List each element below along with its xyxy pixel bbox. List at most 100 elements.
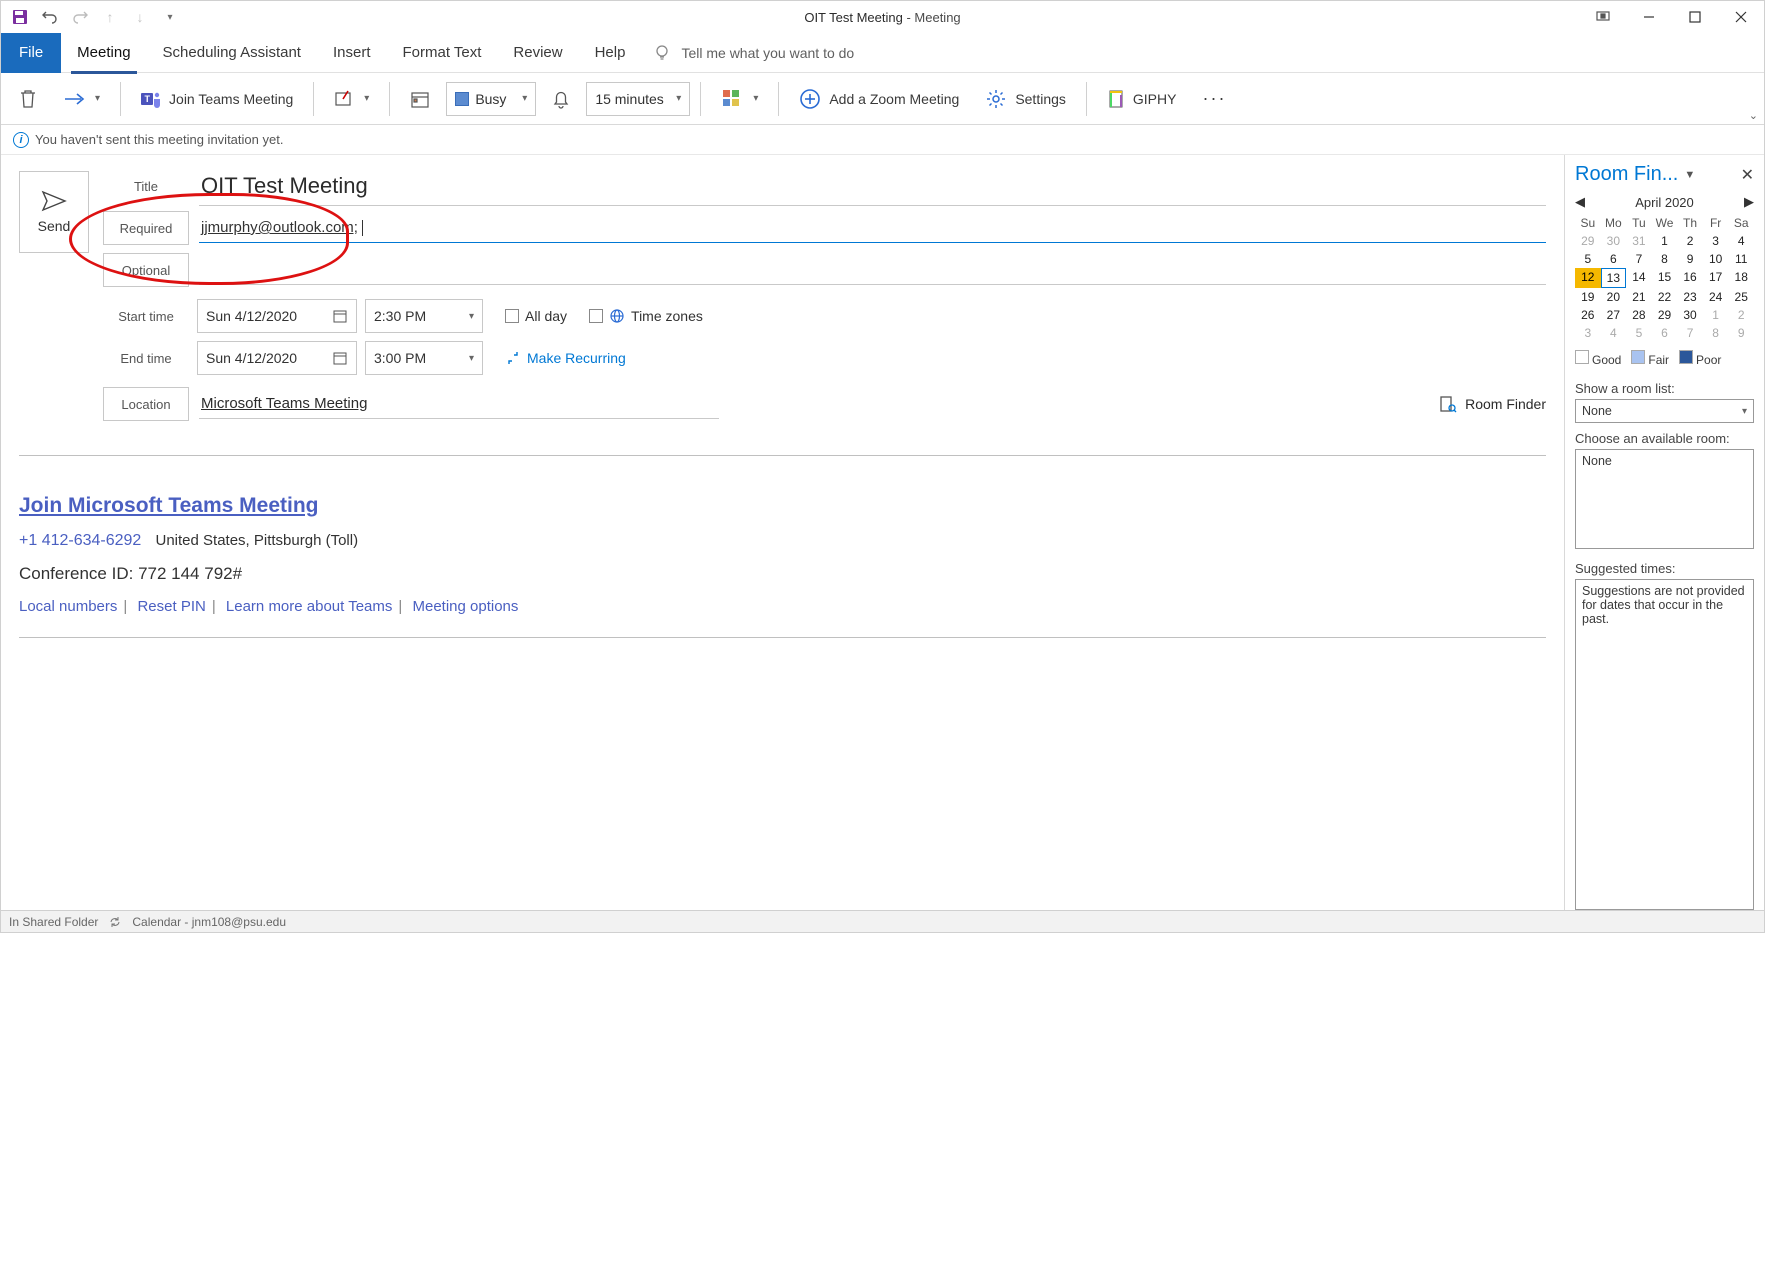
cal-day[interactable]: 11 <box>1728 250 1754 268</box>
cal-day[interactable]: 17 <box>1703 268 1729 288</box>
tab-help[interactable]: Help <box>579 33 642 73</box>
optional-input[interactable] <box>199 255 1546 285</box>
save-icon[interactable] <box>7 4 33 30</box>
categorize-button[interactable]: ▾ <box>711 80 768 118</box>
make-recurring-button[interactable]: Make Recurring <box>505 350 626 366</box>
settings-button[interactable]: Settings <box>975 80 1076 118</box>
meeting-body[interactable]: Join Microsoft Teams Meeting +1 412-634-… <box>1 425 1564 692</box>
cal-day[interactable]: 7 <box>1677 324 1703 342</box>
all-day-checkbox[interactable]: All day <box>505 308 567 324</box>
reset-pin-link[interactable]: Reset PIN <box>137 598 205 615</box>
add-zoom-button[interactable]: Add a Zoom Meeting <box>789 80 969 118</box>
cal-day[interactable]: 18 <box>1728 268 1754 288</box>
start-date-picker[interactable]: Sun 4/12/2020 <box>197 299 357 333</box>
cal-day[interactable]: 12 <box>1575 268 1601 288</box>
down-arrow-icon[interactable]: ↓ <box>127 4 153 30</box>
cal-day[interactable]: 1 <box>1703 306 1729 324</box>
cal-day[interactable]: 4 <box>1728 232 1754 250</box>
cal-day[interactable]: 7 <box>1626 250 1652 268</box>
cal-day[interactable]: 10 <box>1703 250 1729 268</box>
reminder-bell-button[interactable] <box>542 80 580 118</box>
cal-day[interactable]: 13 <box>1601 268 1627 288</box>
cal-day[interactable]: 29 <box>1652 306 1678 324</box>
calendar-grid[interactable]: SuMoTuWeThFrSa29303112345678910111213141… <box>1575 214 1754 342</box>
cal-day[interactable]: 9 <box>1677 250 1703 268</box>
cal-day[interactable]: 4 <box>1601 324 1627 342</box>
cal-day[interactable]: 5 <box>1626 324 1652 342</box>
end-date-picker[interactable]: Sun 4/12/2020 <box>197 341 357 375</box>
cal-day[interactable]: 30 <box>1677 306 1703 324</box>
ribbon-display-icon[interactable] <box>1580 1 1626 33</box>
reminder-select[interactable]: 15 minutes ▾ <box>586 82 690 116</box>
tab-file[interactable]: File <box>1 33 61 73</box>
ribbon-expand-icon[interactable]: ⌄ <box>1749 109 1758 122</box>
cal-day[interactable]: 26 <box>1575 306 1601 324</box>
location-input[interactable]: Microsoft Teams Meeting <box>199 389 719 419</box>
tab-meeting[interactable]: Meeting <box>61 33 146 73</box>
cal-day[interactable]: 16 <box>1677 268 1703 288</box>
learn-more-link[interactable]: Learn more about Teams <box>226 598 393 615</box>
more-button[interactable]: ··· <box>1192 80 1236 118</box>
cal-day[interactable]: 6 <box>1601 250 1627 268</box>
cal-day[interactable]: 6 <box>1652 324 1678 342</box>
close-button[interactable] <box>1718 1 1764 33</box>
forward-button[interactable]: ▾ <box>53 80 110 118</box>
cal-day[interactable]: 23 <box>1677 288 1703 306</box>
cal-day[interactable]: 24 <box>1703 288 1729 306</box>
cal-day[interactable]: 5 <box>1575 250 1601 268</box>
cal-next-button[interactable]: ▶ <box>1744 194 1754 210</box>
cal-day[interactable]: 27 <box>1601 306 1627 324</box>
room-list-select[interactable]: None▾ <box>1575 399 1754 423</box>
maximize-button[interactable] <box>1672 1 1718 33</box>
dial-in-number[interactable]: +1 412-634-6292 <box>19 532 141 549</box>
tell-me-input[interactable]: Tell me what you want to do <box>681 45 854 61</box>
undo-icon[interactable] <box>37 4 63 30</box>
cal-day[interactable]: 1 <box>1652 232 1678 250</box>
tab-scheduling-assistant[interactable]: Scheduling Assistant <box>147 33 317 73</box>
delete-button[interactable] <box>9 80 47 118</box>
up-arrow-icon[interactable]: ↑ <box>97 4 123 30</box>
room-finder-button[interactable]: Room Finder <box>1439 395 1546 413</box>
cal-day[interactable]: 28 <box>1626 306 1652 324</box>
start-time-picker[interactable]: 2:30 PM▾ <box>365 299 483 333</box>
redo-icon[interactable] <box>67 4 93 30</box>
cal-day[interactable]: 9 <box>1728 324 1754 342</box>
cal-day[interactable]: 29 <box>1575 232 1601 250</box>
giphy-button[interactable]: GIPHY <box>1097 80 1187 118</box>
cal-day[interactable]: 21 <box>1626 288 1652 306</box>
cal-day[interactable]: 2 <box>1728 306 1754 324</box>
cal-day[interactable]: 14 <box>1626 268 1652 288</box>
join-teams-link[interactable]: Join Microsoft Teams Meeting <box>19 494 1546 518</box>
cal-day[interactable]: 19 <box>1575 288 1601 306</box>
tab-review[interactable]: Review <box>497 33 578 73</box>
local-numbers-link[interactable]: Local numbers <box>19 598 117 615</box>
calendar-button[interactable] <box>400 80 440 118</box>
tab-format-text[interactable]: Format Text <box>386 33 497 73</box>
cal-day[interactable]: 3 <box>1575 324 1601 342</box>
cal-day[interactable]: 2 <box>1677 232 1703 250</box>
appointment-button[interactable]: ▾ <box>324 80 379 118</box>
cal-day[interactable]: 8 <box>1703 324 1729 342</box>
cal-day[interactable]: 20 <box>1601 288 1627 306</box>
cal-prev-button[interactable]: ◀ <box>1575 194 1585 210</box>
room-finder-close-button[interactable]: ✕ <box>1741 165 1754 185</box>
minimize-button[interactable] <box>1626 1 1672 33</box>
title-input[interactable]: OIT Test Meeting <box>199 167 1546 206</box>
cal-day[interactable]: 31 <box>1626 232 1652 250</box>
optional-button[interactable]: Optional <box>103 253 189 287</box>
join-teams-button[interactable]: T Join Teams Meeting <box>131 80 303 118</box>
meeting-options-link[interactable]: Meeting options <box>412 598 518 615</box>
cal-day[interactable]: 22 <box>1652 288 1678 306</box>
cal-day[interactable]: 8 <box>1652 250 1678 268</box>
cal-day[interactable]: 15 <box>1652 268 1678 288</box>
location-button[interactable]: Location <box>103 387 189 421</box>
qat-customize-icon[interactable]: ▾ <box>157 4 183 30</box>
required-button[interactable]: Required <box>103 211 189 245</box>
show-as-select[interactable]: Busy ▾ <box>446 82 536 116</box>
send-button[interactable]: Send <box>19 171 89 253</box>
available-room-list[interactable]: None <box>1575 449 1754 549</box>
end-time-picker[interactable]: 3:00 PM▾ <box>365 341 483 375</box>
cal-day[interactable]: 30 <box>1601 232 1627 250</box>
tab-insert[interactable]: Insert <box>317 33 387 73</box>
cal-day[interactable]: 3 <box>1703 232 1729 250</box>
